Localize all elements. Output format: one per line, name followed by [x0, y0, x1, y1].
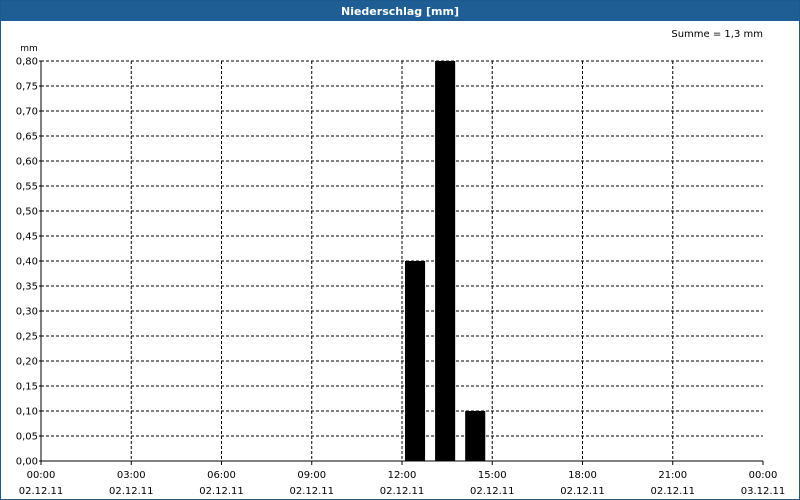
x-tick-time: 00:00	[27, 470, 56, 481]
x-tick-time: 12:00	[388, 470, 417, 481]
bar	[435, 61, 456, 461]
x-tick-date: 02.12.11	[19, 486, 64, 497]
x-tick-date: 02.12.11	[560, 486, 605, 497]
axes	[39, 60, 764, 465]
x-tick-time: 00:00	[749, 470, 778, 481]
y-tick-label: 0,65	[16, 132, 38, 143]
x-tick-time: 03:00	[117, 470, 146, 481]
sum-label: Summe = 1,3 mm	[671, 29, 763, 40]
y-tick-label: 0,60	[16, 157, 38, 168]
x-tick-time: 21:00	[658, 470, 687, 481]
x-tick-time: 15:00	[478, 470, 507, 481]
x-tick-date: 02.12.11	[650, 486, 695, 497]
y-tick-label: 0,80	[16, 57, 38, 68]
chart-window: Niederschlag [mm] 0,00 0,05 0,10 0,15 0,20 0,…	[0, 0, 800, 500]
title-bar: Niederschlag [mm]	[1, 1, 799, 21]
y-tick-label: 0,10	[16, 407, 38, 418]
y-tick-label: 0,30	[16, 307, 38, 318]
y-tick-label: 0,75	[16, 82, 38, 93]
bar	[405, 261, 426, 461]
x-tick-date: 02.12.11	[380, 486, 425, 497]
grid	[41, 60, 763, 461]
y-tick-label: 0,20	[16, 357, 38, 368]
window-title: Niederschlag [mm]	[341, 4, 459, 18]
y-tick-label: 0,45	[16, 232, 38, 243]
y-tick-label: 0,70	[16, 107, 38, 118]
y-tick-label: 0,00	[16, 457, 38, 468]
x-tick-time: 09:00	[297, 470, 326, 481]
y-tick-label: 0,05	[16, 432, 38, 443]
x-tick-date: 02.12.11	[289, 486, 334, 497]
x-tick-date: 02.12.11	[470, 486, 515, 497]
y-tick-label: 0,55	[16, 182, 38, 193]
y-tick-label: 0,40	[16, 257, 38, 268]
x-tick-time: 18:00	[568, 470, 597, 481]
x-tick-date: 02.12.11	[199, 486, 244, 497]
y-axis-label: mm	[20, 44, 38, 54]
y-tick-label: 0,25	[16, 332, 38, 343]
x-tick-date: 03.12.11	[741, 486, 786, 497]
precipitation-chart: 0,00 0,05 0,10 0,15 0,20 0,25 0,30 0,35 0,40 0,45…	[16, 29, 786, 497]
y-tick-label: 0,15	[16, 382, 38, 393]
x-tick-time: 06:00	[207, 470, 236, 481]
y-tick-label: 0,50	[16, 207, 38, 218]
y-tick-label: 0,35	[16, 282, 38, 293]
bar	[465, 411, 486, 461]
x-tick-date: 02.12.11	[109, 486, 154, 497]
